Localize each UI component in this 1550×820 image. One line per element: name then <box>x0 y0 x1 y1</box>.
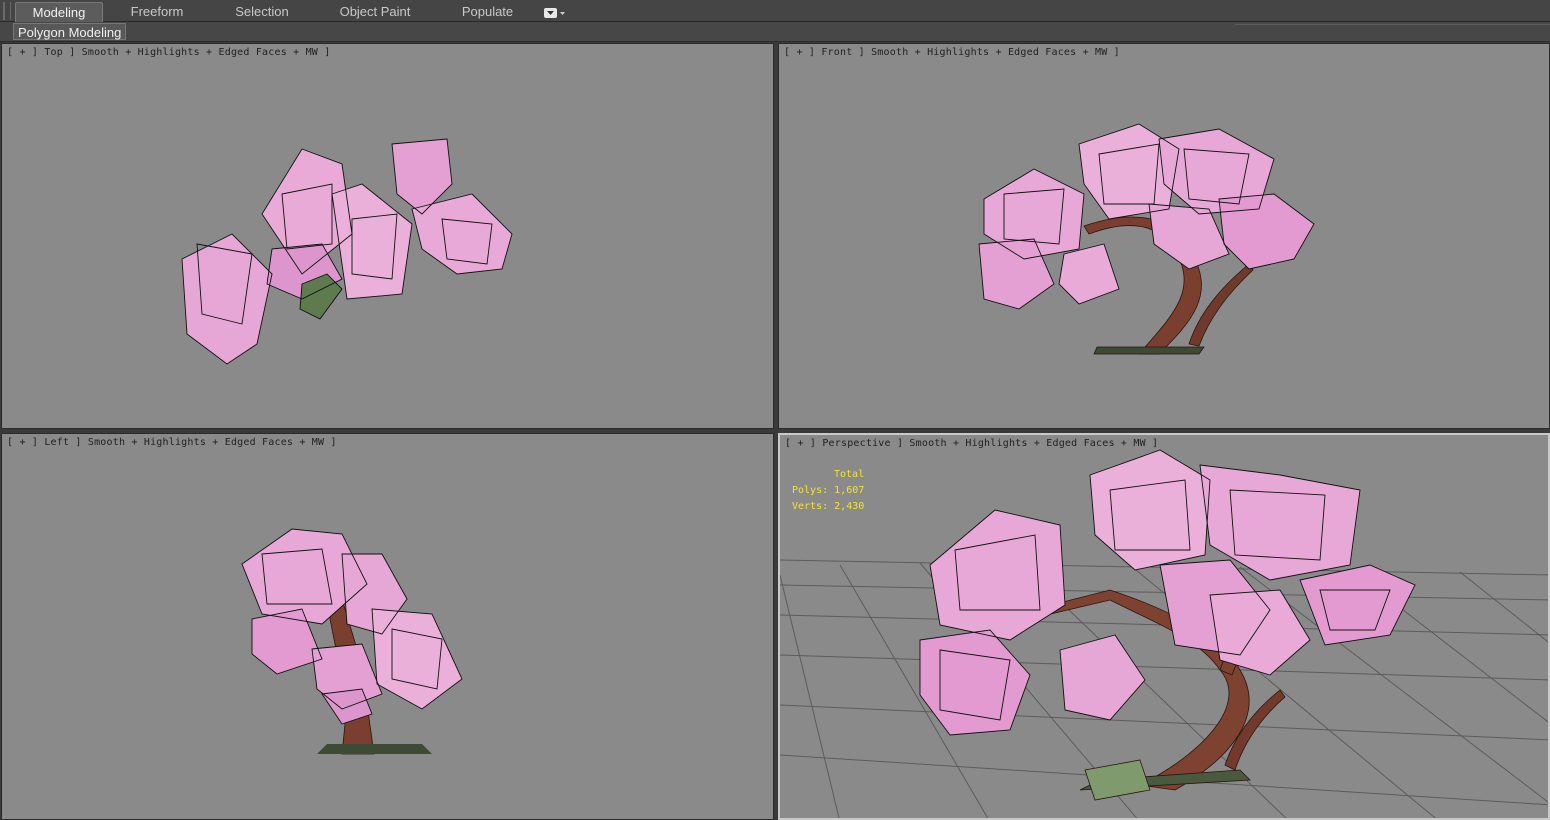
customize-dropdown-icon[interactable] <box>544 6 566 18</box>
tree-model-front <box>978 123 1315 355</box>
tab-selection[interactable]: Selection <box>222 2 302 21</box>
blossom-clusters-top <box>182 139 512 364</box>
ribbon-tab-bar: Modeling Freeform Selection Object Paint… <box>0 0 1550 22</box>
viewport-left[interactable]: [ + ] Left ] Smooth + Highlights + Edged… <box>1 433 774 820</box>
tab-modeling[interactable]: Modeling <box>15 2 103 22</box>
tab-populate[interactable]: Populate <box>450 2 525 21</box>
blossom-clusters-perspective <box>920 450 1415 735</box>
ribbon-panel-divider <box>1235 24 1550 41</box>
viewport-top[interactable]: [ + ] Top ] Smooth + Highlights + Edged … <box>1 43 774 429</box>
viewport-front[interactable]: [ + ] Front ] Smooth + Highlights + Edge… <box>778 43 1550 429</box>
blossom-clusters-front <box>979 124 1314 309</box>
tree-model-top <box>181 138 513 365</box>
viewport-perspective[interactable]: [ + ] Perspective ] Smooth + Highlights … <box>778 433 1550 820</box>
panel-tab-polygon-modeling[interactable]: Polygon Modeling <box>13 23 127 40</box>
tree-model-left <box>241 528 463 755</box>
ribbon-panel-bar: Polygon Modeling <box>0 22 1550 42</box>
perspective-scene <box>780 449 1548 818</box>
tab-object-paint[interactable]: Object Paint <box>330 2 420 21</box>
blossom-clusters-left <box>242 529 462 724</box>
ribbon-grip-handle[interactable] <box>3 2 11 20</box>
tab-freeform[interactable]: Freeform <box>117 2 197 21</box>
